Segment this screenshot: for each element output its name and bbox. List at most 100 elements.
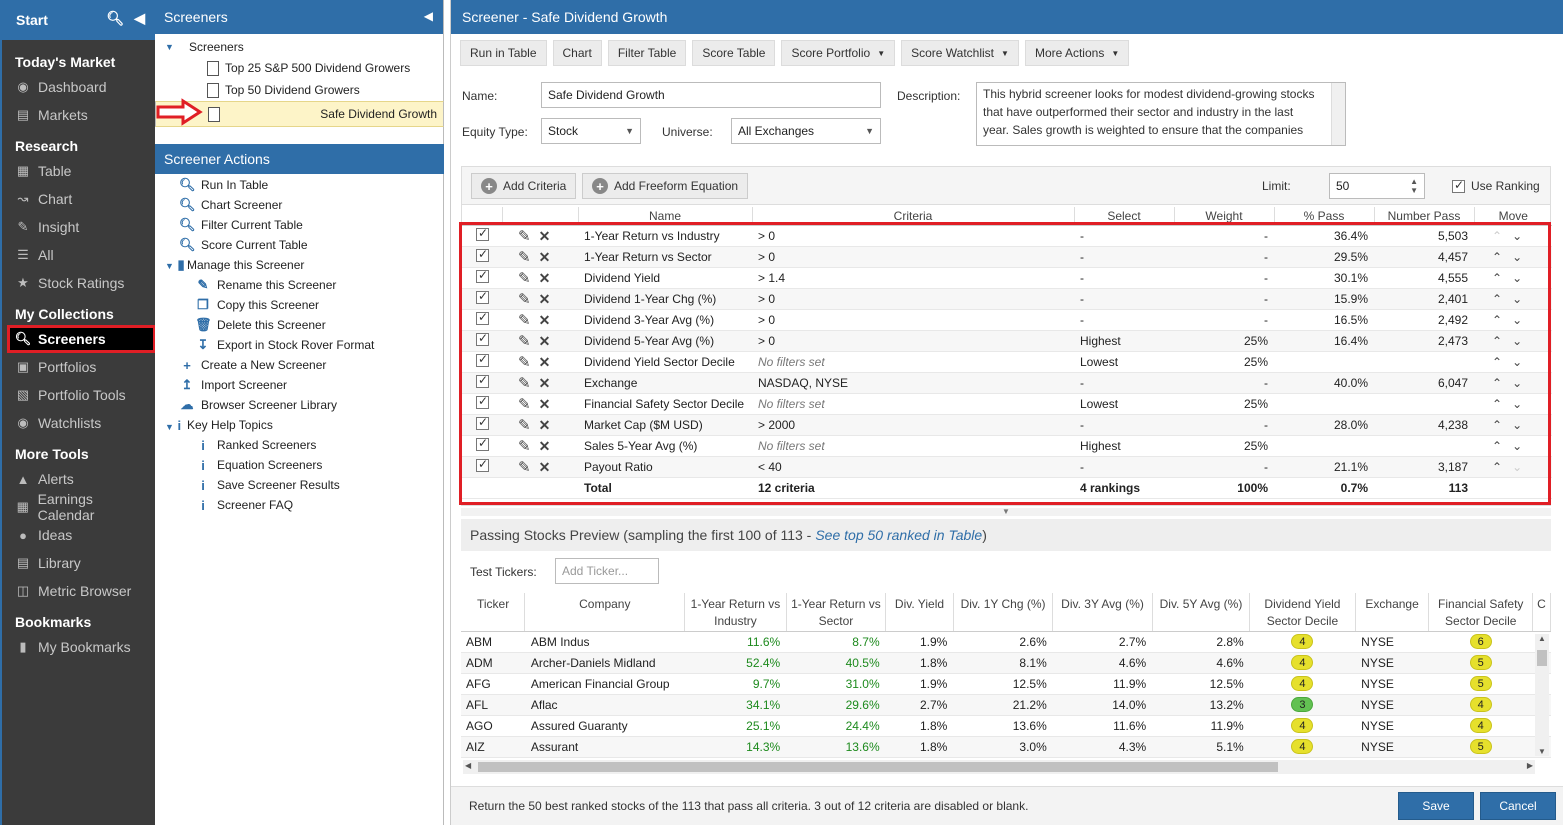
vertical-scrollbar[interactable]: ▲ ▼ [1535, 634, 1549, 756]
nav-item-alerts[interactable]: ▲ Alerts [14, 468, 151, 490]
filter-table-button[interactable]: Filter Table [607, 40, 687, 66]
manage-action-item[interactable]: ↧ Export in Stock Rover Format [195, 335, 375, 355]
enable-checkbox[interactable] [476, 226, 489, 241]
edit-icon[interactable]: ✎ [518, 396, 531, 413]
edit-icon[interactable]: ✎ [518, 333, 531, 350]
preview-row[interactable]: AFL Aflac 34.1% 29.6% 2.7% 21.2% 14.0% 13.2% 3 NY… [461, 694, 1551, 716]
move-down-icon[interactable]: ⌄ [1512, 376, 1532, 390]
use-ranking-checkbox[interactable]: Use Ranking [1452, 178, 1540, 193]
preview-row[interactable]: AIZ Assurant 14.3% 13.6% 1.8% 3.0% 4.3% 5.1% 4 NY… [461, 736, 1551, 758]
move-up-icon[interactable]: ⌃ [1492, 292, 1512, 306]
help-item[interactable]: i Ranked Screeners [195, 435, 316, 455]
action-item[interactable]: ☁ Browser Screener Library [179, 395, 338, 415]
collapse-left-icon[interactable]: ◀ [134, 10, 145, 27]
manage-action-item[interactable]: ✎ Rename this Screener [195, 275, 337, 295]
col-number-pass[interactable]: Number Pass [1374, 207, 1475, 226]
move-up-icon[interactable]: ⌃ [1492, 439, 1512, 453]
chart-button[interactable]: Chart [552, 40, 602, 66]
move-down-icon[interactable]: ⌄ [1512, 355, 1532, 369]
delete-icon[interactable]: ✕ [539, 312, 551, 328]
preview-col-header[interactable]: Company [524, 593, 686, 632]
edit-icon[interactable]: ✎ [518, 417, 531, 434]
score-watchlist-dropdown[interactable]: Score Watchlist ▼ [901, 40, 1019, 66]
nav-item-stock-ratings[interactable]: ★ Stock Ratings [14, 272, 151, 294]
run-in-table-button[interactable]: Run in Table [460, 40, 547, 66]
col-select[interactable]: Select [1074, 207, 1175, 226]
move-down-icon[interactable]: ⌄ [1512, 460, 1532, 474]
move-up-icon[interactable]: ⌃ [1492, 397, 1512, 411]
delete-icon[interactable]: ✕ [539, 333, 551, 349]
horizontal-scrollbar[interactable]: ◀ ▶ [463, 760, 1535, 774]
edit-icon[interactable]: ✎ [518, 228, 531, 245]
move-up-icon[interactable]: ⌃ [1492, 355, 1512, 369]
collapse-panel-icon[interactable]: ◀ [424, 9, 433, 23]
move-down-icon[interactable]: ⌄ [1512, 397, 1532, 411]
nav-item-all[interactable]: ☰ All [14, 244, 151, 266]
nav-item-my-bookmarks[interactable]: ▮ My Bookmarks [14, 636, 151, 658]
preview-col-header[interactable]: Exchange [1355, 593, 1430, 632]
move-up-icon[interactable]: ⌃ [1492, 229, 1512, 243]
enable-checkbox[interactable] [476, 373, 489, 388]
nav-item-markets[interactable]: ▤ Markets [14, 104, 151, 126]
score-table-button[interactable]: Score Table [692, 40, 776, 66]
move-down-icon[interactable]: ⌄ [1512, 250, 1532, 264]
help-item[interactable]: i Equation Screeners [195, 455, 322, 475]
nav-item-table[interactable]: ▦ Table [14, 160, 151, 182]
expand-triangle-icon[interactable]: ▼ [165, 42, 175, 52]
enable-checkbox[interactable] [476, 331, 489, 346]
limit-input[interactable]: 50 ▲ ▼ [1329, 173, 1425, 199]
equity-type-select[interactable]: Stock ▼ [541, 118, 641, 144]
nav-start[interactable]: Start [16, 12, 48, 28]
add-criteria-button[interactable]: + Add Criteria [471, 173, 577, 199]
nav-item-insight[interactable]: ✎ Insight [14, 216, 151, 238]
move-down-icon[interactable]: ⌄ [1512, 271, 1532, 285]
col-pass[interactable]: % Pass [1274, 207, 1375, 226]
enable-checkbox[interactable] [476, 436, 489, 451]
delete-icon[interactable]: ✕ [539, 375, 551, 391]
nav-item-screeners[interactable]: 🔍︎ Screeners [7, 325, 156, 353]
delete-icon[interactable]: ✕ [539, 459, 551, 475]
nav-item-portfolio-tools[interactable]: ▧ Portfolio Tools [14, 384, 151, 406]
edit-icon[interactable]: ✎ [518, 438, 531, 455]
help-item[interactable]: i Save Screener Results [195, 475, 340, 495]
col-weight[interactable]: Weight [1174, 207, 1275, 226]
preview-col-header[interactable]: C [1532, 593, 1552, 632]
preview-row[interactable]: ADM Archer-Daniels Midland 52.4% 40.5% 1.8% 8… [461, 652, 1551, 674]
enable-checkbox[interactable] [476, 415, 489, 430]
help-item[interactable]: i Screener FAQ [195, 495, 293, 515]
move-down-icon[interactable]: ⌄ [1512, 229, 1532, 243]
move-up-icon[interactable]: ⌃ [1492, 250, 1512, 264]
see-top-ranked-link[interactable]: See top 50 ranked in Table [815, 527, 982, 543]
universe-select[interactable]: All Exchanges ▼ [731, 118, 881, 144]
preview-row[interactable]: AGO Assured Guaranty 25.1% 24.4% 1.8% 13.6% 11… [461, 715, 1551, 737]
edit-icon[interactable]: ✎ [518, 375, 531, 392]
enable-checkbox[interactable] [476, 289, 489, 304]
move-down-icon[interactable]: ⌄ [1512, 418, 1532, 432]
action-item[interactable]: 🔍︎ Score Current Table [179, 235, 308, 255]
col-name[interactable]: Name [578, 207, 753, 226]
search-icon[interactable]: 🔍︎ [106, 10, 124, 27]
preview-col-header[interactable]: 1-Year Return vs Sector [786, 593, 887, 632]
delete-icon[interactable]: ✕ [539, 228, 551, 244]
action-item[interactable]: + Create a New Screener [179, 355, 326, 375]
nav-item-chart[interactable]: ↝ Chart [14, 188, 151, 210]
preview-col-header[interactable]: Div. Yield [885, 593, 954, 632]
enable-checkbox[interactable] [476, 457, 489, 472]
manage-action-item[interactable]: 🗑︎ Delete this Screener [195, 315, 326, 335]
col-criteria[interactable]: Criteria [752, 207, 1075, 226]
delete-icon[interactable]: ✕ [539, 417, 551, 433]
preview-col-header[interactable]: Div. 5Y Avg (%) [1152, 593, 1251, 632]
preview-col-header[interactable]: 1-Year Return vs Industry [684, 593, 787, 632]
edit-icon[interactable]: ✎ [518, 270, 531, 287]
add-freeform-equation-button[interactable]: + Add Freeform Equation [582, 173, 749, 199]
delete-icon[interactable]: ✕ [539, 270, 551, 286]
delete-icon[interactable]: ✕ [539, 249, 551, 265]
move-down-icon[interactable]: ⌄ [1512, 313, 1532, 327]
splitter[interactable]: ▼ [461, 508, 1551, 516]
delete-icon[interactable]: ✕ [539, 291, 551, 307]
action-item[interactable]: 🔍︎ Chart Screener [179, 195, 282, 215]
nav-item-portfolios[interactable]: ▣ Portfolios [14, 356, 151, 378]
move-down-icon[interactable]: ⌄ [1512, 292, 1532, 306]
nav-item-ideas[interactable]: ● Ideas [14, 524, 151, 546]
manage-screener-item[interactable]: ▼ ▮ Manage this Screener [165, 255, 304, 275]
